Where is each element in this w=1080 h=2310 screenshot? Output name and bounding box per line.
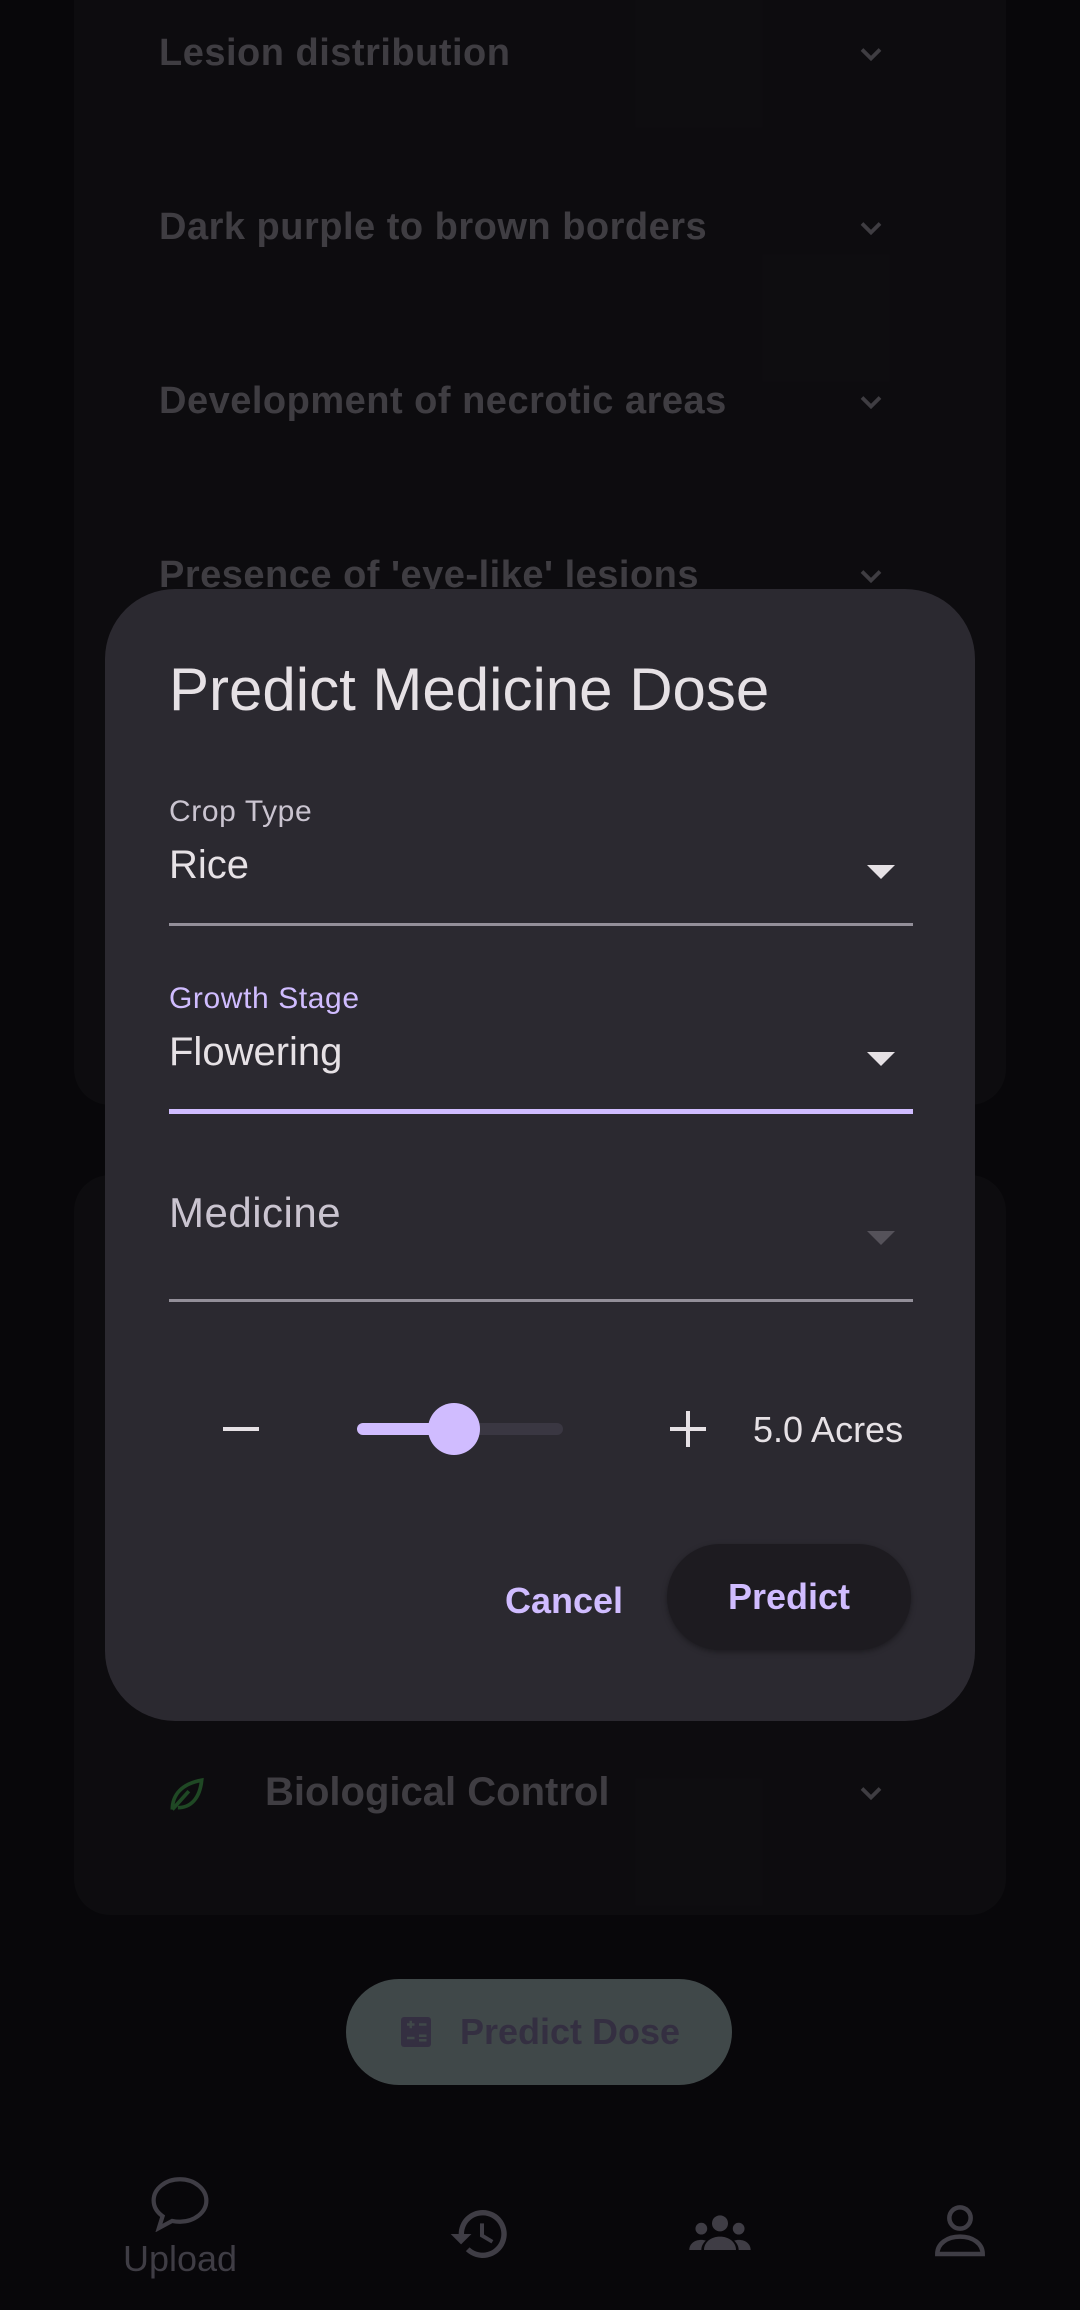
field-underline: [169, 923, 913, 926]
increase-area-button[interactable]: [656, 1397, 720, 1461]
dialog-title: Predict Medicine Dose: [169, 656, 770, 723]
crop-type-label: Crop Type: [169, 795, 313, 828]
predict-button[interactable]: Predict: [667, 1544, 911, 1650]
growth-stage-label: Growth Stage: [169, 982, 360, 1015]
slider-thumb[interactable]: [427, 1403, 480, 1455]
dropdown-arrow-icon: [867, 1052, 895, 1066]
cancel-button[interactable]: Cancel: [475, 1551, 653, 1651]
crop-type-value: Rice: [169, 843, 250, 887]
decrease-area-button[interactable]: [209, 1397, 273, 1461]
field-underline: [169, 1299, 913, 1302]
dropdown-arrow-icon: [867, 1231, 895, 1245]
growth-stage-dropdown[interactable]: Growth Stage Flowering: [169, 982, 913, 1114]
medicine-dropdown[interactable]: Medicine: [169, 1179, 913, 1303]
growth-stage-value: Flowering: [169, 1030, 343, 1074]
area-slider[interactable]: [357, 1403, 563, 1455]
crop-type-dropdown[interactable]: Crop Type Rice: [169, 795, 913, 926]
area-stepper: 5.0 Acres: [169, 1379, 929, 1479]
area-value: 5.0 Acres: [753, 1409, 904, 1450]
dropdown-arrow-icon: [867, 865, 895, 879]
field-underline-focused: [169, 1109, 913, 1114]
medicine-placeholder: Medicine: [169, 1189, 342, 1236]
predict-dose-dialog: Predict Medicine Dose Crop Type Rice Gro…: [105, 589, 975, 1721]
